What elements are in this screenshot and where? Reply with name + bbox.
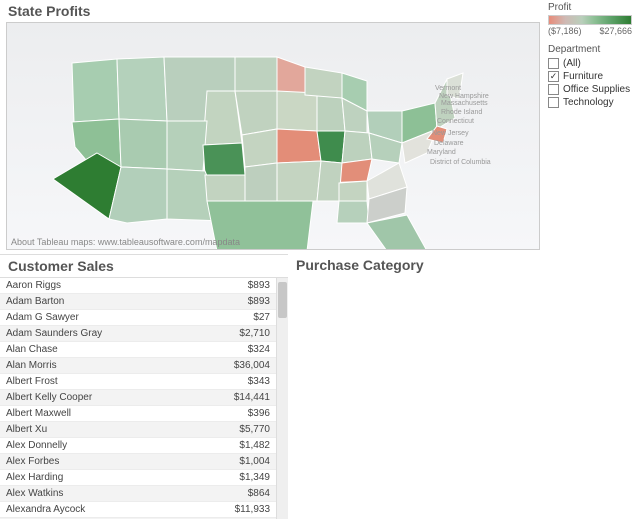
customer-amount: $27 bbox=[220, 312, 270, 323]
state-label: Vermont bbox=[435, 85, 461, 92]
table-row[interactable]: Alex Donnelly$1,482 bbox=[0, 438, 276, 454]
checkbox-icon[interactable] bbox=[548, 71, 559, 82]
checkbox-icon[interactable] bbox=[548, 58, 559, 69]
customer-amount: $5,770 bbox=[220, 424, 270, 435]
state-label: Massachusetts bbox=[441, 100, 488, 107]
department-option[interactable]: (All) bbox=[548, 57, 632, 70]
department-label: Office Supplies bbox=[563, 84, 630, 95]
customer-name: Adam Barton bbox=[6, 296, 220, 307]
map-attribution: About Tableau maps: www.tableausoftware.… bbox=[11, 237, 240, 247]
customer-name: Adam Saunders Gray bbox=[6, 328, 220, 339]
customer-name: Aaron Riggs bbox=[6, 280, 220, 291]
state-label: New Jersey bbox=[432, 130, 469, 137]
customer-name: Alan Morris bbox=[6, 360, 220, 371]
customer-sales-title: Customer Sales bbox=[0, 255, 288, 277]
department-option[interactable]: Technology bbox=[548, 96, 632, 109]
state-label: New Hampshire bbox=[439, 93, 489, 100]
state-label: Connecticut bbox=[437, 118, 474, 125]
customer-amount: $893 bbox=[220, 280, 270, 291]
table-row[interactable]: Alexandra Aycock$11,933 bbox=[0, 502, 276, 518]
state-label: Rhode Island bbox=[441, 109, 482, 116]
legend-gradient bbox=[548, 15, 632, 25]
department-option[interactable]: Office Supplies bbox=[548, 83, 632, 96]
table-row[interactable]: Albert Maxwell$396 bbox=[0, 406, 276, 422]
customer-sales-table[interactable]: Aaron Riggs$893Adam Barton$893Adam G Saw… bbox=[0, 278, 276, 519]
state-label: District of Columbia bbox=[430, 159, 491, 166]
department-title: Department bbox=[548, 42, 632, 57]
legend-max: $27,666 bbox=[599, 26, 632, 36]
purchase-category-title: Purchase Category bbox=[288, 254, 640, 276]
customer-name: Alex Harding bbox=[6, 472, 220, 483]
department-option[interactable]: Furniture bbox=[548, 70, 632, 83]
table-row[interactable]: Alan Chase$324 bbox=[0, 342, 276, 358]
customer-amount: $343 bbox=[220, 376, 270, 387]
us-map-svg: New HampshireMassachusetts Rhode Island Co… bbox=[7, 23, 540, 250]
legend-min: ($7,186) bbox=[548, 26, 582, 36]
customer-name: Alex Donnelly bbox=[6, 440, 220, 451]
customer-name: Alex Watkins bbox=[6, 488, 220, 499]
customer-amount: $864 bbox=[220, 488, 270, 499]
customer-name: Albert Xu bbox=[6, 424, 220, 435]
department-label: Furniture bbox=[563, 71, 603, 82]
customer-amount: $36,004 bbox=[220, 360, 270, 371]
scrollbar-thumb[interactable] bbox=[278, 282, 287, 318]
legend-panel: Profit ($7,186) $27,666 Department (All)… bbox=[548, 0, 632, 109]
customer-amount: $324 bbox=[220, 344, 270, 355]
table-row[interactable]: Adam Saunders Gray$2,710 bbox=[0, 326, 276, 342]
scrollbar[interactable] bbox=[276, 278, 288, 519]
customer-amount: $14,441 bbox=[220, 392, 270, 403]
table-row[interactable]: Alex Harding$1,349 bbox=[0, 470, 276, 486]
customer-name: Albert Frost bbox=[6, 376, 220, 387]
state-profit-map[interactable]: New HampshireMassachusetts Rhode Island Co… bbox=[6, 22, 540, 250]
table-row[interactable]: Adam Barton$893 bbox=[0, 294, 276, 310]
customer-amount: $1,004 bbox=[220, 456, 270, 467]
department-options: (All) Furniture Office Supplies Technology bbox=[548, 57, 632, 109]
table-row[interactable]: Albert Kelly Cooper$14,441 bbox=[0, 390, 276, 406]
customer-name: Alex Forbes bbox=[6, 456, 220, 467]
table-row[interactable]: Aaron Riggs$893 bbox=[0, 278, 276, 294]
customer-amount: $893 bbox=[220, 296, 270, 307]
customer-amount: $2,710 bbox=[220, 328, 270, 339]
state-label: Maryland bbox=[427, 149, 456, 156]
legend-title: Profit bbox=[548, 0, 632, 15]
customer-amount: $1,349 bbox=[220, 472, 270, 483]
state-label: Delaware bbox=[434, 140, 464, 147]
customer-name: Albert Kelly Cooper bbox=[6, 392, 220, 403]
department-label: Technology bbox=[563, 97, 614, 108]
customer-name: Albert Maxwell bbox=[6, 408, 220, 419]
customer-amount: $1,482 bbox=[220, 440, 270, 451]
customer-name: Alan Chase bbox=[6, 344, 220, 355]
department-label: (All) bbox=[563, 58, 581, 69]
table-row[interactable]: Albert Frost$343 bbox=[0, 374, 276, 390]
customer-name: Adam G Sawyer bbox=[6, 312, 220, 323]
table-row[interactable]: Albert Xu$5,770 bbox=[0, 422, 276, 438]
checkbox-icon[interactable] bbox=[548, 84, 559, 95]
table-row[interactable]: Alex Forbes$1,004 bbox=[0, 454, 276, 470]
map-title: State Profits bbox=[0, 0, 640, 22]
table-row[interactable]: Adam G Sawyer$27 bbox=[0, 310, 276, 326]
table-row[interactable]: Alex Watkins$864 bbox=[0, 486, 276, 502]
customer-amount: $396 bbox=[220, 408, 270, 419]
checkbox-icon[interactable] bbox=[548, 97, 559, 108]
table-row[interactable]: Alan Morris$36,004 bbox=[0, 358, 276, 374]
